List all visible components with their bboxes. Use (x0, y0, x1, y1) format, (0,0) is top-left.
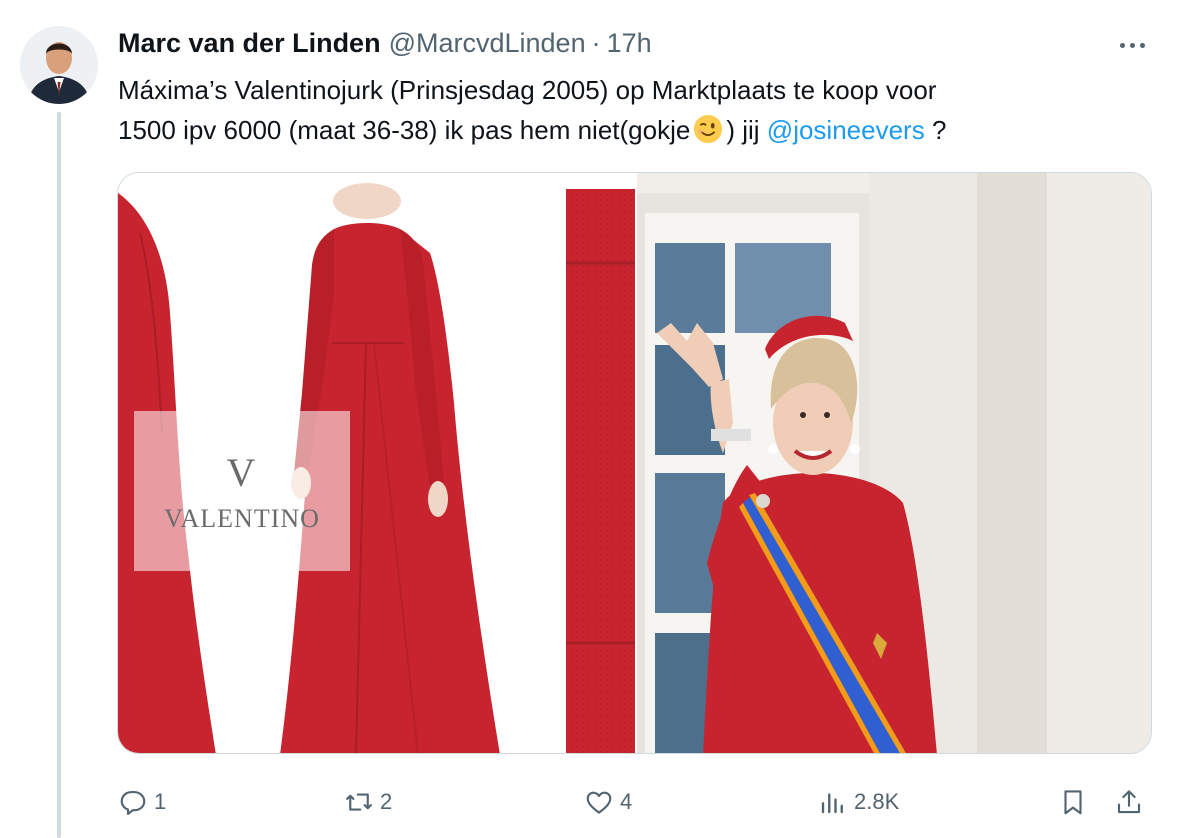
tweet-text-segment: ) jij (726, 115, 760, 145)
author-name[interactable]: Marc van der Linden (118, 28, 381, 59)
tweet-action-bar: 1 2 4 2.8K (118, 784, 1158, 820)
more-options-icon[interactable] (1112, 30, 1152, 60)
tweet-text: Máxima’s Valentinojurk (Prinsjesdag 2005… (118, 70, 1138, 150)
tweet-text-segment: 1500 ipv 6000 (maat 36-38) ik pas hem ni… (118, 115, 691, 145)
views-chart-icon (821, 793, 843, 814)
media-image-balcony[interactable] (637, 173, 1151, 753)
reply-button[interactable]: 1 (118, 784, 166, 820)
views-count: 2.8K (854, 789, 900, 814)
tweet-timestamp[interactable]: 17h (607, 28, 652, 59)
like-count: 4 (620, 789, 633, 814)
share-button[interactable] (1114, 784, 1144, 820)
heart-icon (586, 791, 612, 814)
author-avatar[interactable] (20, 26, 98, 104)
winking-face-emoji-icon (694, 114, 723, 144)
mention-link[interactable]: @josineevers (767, 115, 925, 145)
views-button[interactable]: 2.8K (818, 784, 899, 820)
tweet-text-segment: ? (931, 115, 947, 145)
reply-icon (120, 790, 146, 815)
avatar-image (20, 26, 98, 104)
author-handle[interactable]: @MarcvdLinden (389, 28, 586, 59)
tweet-text-line-1: Máxima’s Valentinojurk (Prinsjesdag 2005… (118, 75, 937, 105)
media-image-dress[interactable]: V VALENTINO (118, 173, 635, 753)
repost-count: 2 (380, 789, 393, 814)
bookmark-icon (1064, 790, 1082, 815)
tweet-media-grid[interactable]: V VALENTINO (117, 172, 1152, 754)
balcony-wave-photo (637, 173, 1151, 753)
like-button[interactable]: 4 (584, 784, 632, 820)
repost-icon (346, 793, 372, 811)
valentino-logo-icon: V (226, 449, 258, 495)
bookmark-button[interactable] (1058, 784, 1088, 820)
tweet-header: Marc van der Linden @MarcvdLinden · 17h (118, 28, 652, 62)
share-icon (1117, 790, 1141, 814)
thread-connector-line (57, 112, 61, 838)
reply-count: 1 (154, 789, 167, 814)
repost-button[interactable]: 2 (344, 784, 392, 820)
watermark-text: VALENTINO (164, 503, 320, 533)
tweet-text-line-2: 1500 ipv 6000 (maat 36-38) ik pas hem ni… (118, 110, 1138, 150)
valentino-watermark: V VALENTINO (134, 411, 350, 571)
separator-dot: · (591, 28, 601, 58)
